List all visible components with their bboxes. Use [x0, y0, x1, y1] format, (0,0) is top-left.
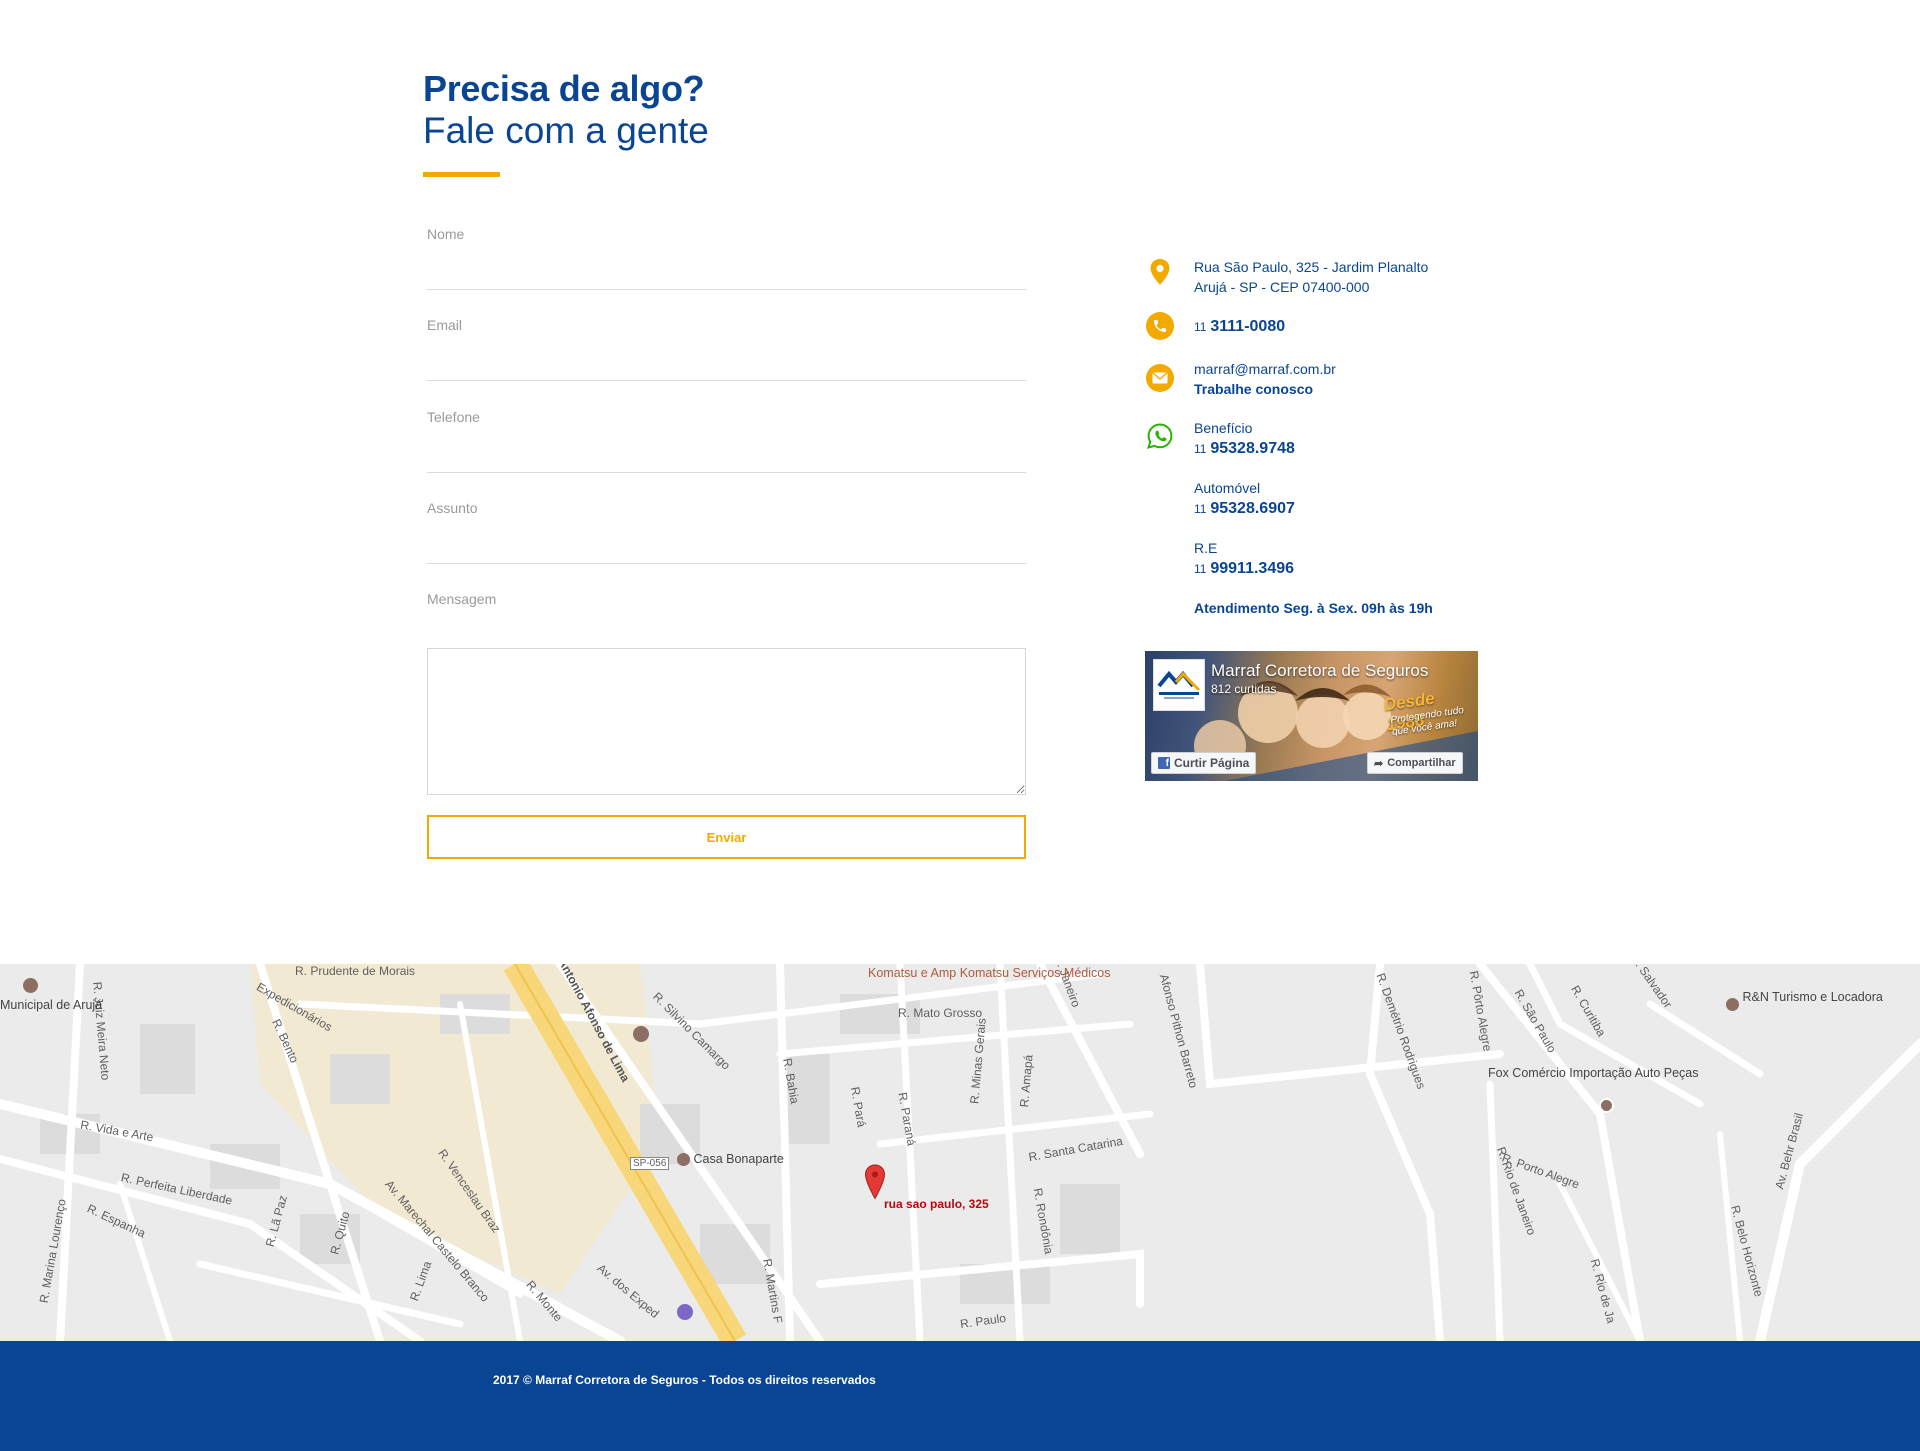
map-shield-sp056: SP-056 [630, 1157, 670, 1170]
map-poi-casa-bonaparte-name: Casa Bonaparte [693, 1152, 784, 1166]
re-number: 99911.3496 [1210, 560, 1295, 577]
nome-label: Nome [427, 226, 465, 242]
telefone-underline [427, 472, 1026, 473]
title-underline [423, 172, 500, 177]
map-poi-fox[interactable]: Fox Comércio Importação Auto Peças [1488, 1066, 1699, 1080]
email-block: marraf@marraf.com.br Trabalhe conosco [1194, 359, 1336, 399]
re-label: R.E [1194, 540, 1218, 556]
automovel-number: 95328.6907 [1210, 500, 1295, 517]
address-line2: Arujá - SP - CEP 07400-000 [1194, 279, 1370, 295]
map-label-mato-grosso: R. Mato Grosso [898, 1006, 983, 1020]
map-poi-marker-icon [1599, 1098, 1614, 1113]
map-school-icon [633, 1026, 649, 1042]
map-shopping-icon [677, 1304, 693, 1320]
phone-icon [1146, 312, 1174, 340]
automovel-ddd: 11 [1194, 502, 1207, 516]
facebook-like-count: 812 curtidas [1211, 682, 1277, 696]
mensagem-label: Mensagem [427, 591, 497, 607]
email-input[interactable] [427, 349, 1026, 379]
automovel-label: Automóvel [1194, 480, 1261, 496]
email-link[interactable]: marraf@marraf.com.br [1194, 359, 1336, 379]
location-map[interactable]: R. Prudente de Morais Av. Antonio Afonso… [0, 964, 1920, 1341]
beneficio-label: Benefício [1194, 420, 1253, 436]
page-subtitle: Fale com a gente [423, 110, 709, 151]
footer: 2017 © Marraf Corretora de Seguros - Tod… [0, 1341, 1920, 1451]
map-poi-rn-turismo[interactable]: R&N Turismo e Locadora [1726, 990, 1883, 1011]
assunto-underline [427, 563, 1026, 564]
share-arrow-icon: ➦ [1374, 757, 1384, 770]
location-pin-icon [1146, 258, 1174, 286]
phone-number: 3111-0080 [1210, 318, 1286, 335]
assunto-label: Assunto [427, 500, 478, 516]
address-block: Rua São Paulo, 325 - Jardim Planalto Aru… [1194, 257, 1428, 297]
beneficio-number: 95328.9748 [1210, 440, 1295, 457]
email-underline [427, 380, 1026, 381]
map-poi-komatsu[interactable]: Komatsu e Amp Komatsu Serviços Médicos [868, 966, 1110, 980]
mail-icon [1146, 364, 1174, 392]
map-poi-casa-bonaparte[interactable]: Casa Bonaparte [677, 1152, 784, 1167]
address-line1: Rua São Paulo, 325 - Jardim Planalto [1194, 259, 1429, 275]
facebook-f-icon: f [1158, 757, 1170, 769]
map-streets [0, 964, 1920, 1341]
whatsapp-automovel[interactable]: Automóvel 11 95328.6907 [1194, 478, 1295, 519]
phone-block[interactable]: 11 3111-0080 [1194, 316, 1285, 337]
whatsapp-icon [1146, 422, 1174, 450]
mensagem-textarea[interactable] [427, 648, 1026, 795]
nome-input[interactable] [427, 258, 1026, 288]
re-ddd: 11 [1194, 562, 1207, 576]
telefone-input[interactable] [427, 441, 1026, 471]
whatsapp-re[interactable]: R.E 11 99911.3496 [1194, 538, 1294, 579]
page-title: Precisa de algo? [423, 68, 705, 109]
work-with-us-link[interactable]: Trabalhe conosco [1194, 379, 1336, 399]
phone-ddd: 11 [1194, 320, 1207, 334]
map-poi-marker-icon [1726, 998, 1739, 1011]
beneficio-ddd: 11 [1194, 442, 1207, 456]
facebook-share-button[interactable]: ➦ Compartilhar [1367, 752, 1463, 774]
map-poi-marker-icon [23, 978, 38, 993]
facebook-page-widget[interactable]: Marraf Corretora de Seguros 812 curtidas… [1145, 651, 1478, 781]
email-label: Email [427, 317, 463, 333]
footer-copyright: 2017 © Marraf Corretora de Seguros - Tod… [493, 1373, 876, 1387]
facebook-share-label: Compartilhar [1387, 757, 1456, 769]
map-marker-icon[interactable] [864, 1164, 886, 1200]
facebook-like-button[interactable]: f Curtir Página [1151, 752, 1257, 774]
facebook-like-label: Curtir Página [1174, 756, 1250, 770]
nome-underline [427, 289, 1026, 290]
business-hours: Atendimento Seg. à Sex. 09h às 19h [1194, 600, 1433, 616]
facebook-page-logo [1153, 659, 1205, 711]
telefone-label: Telefone [427, 409, 480, 425]
map-poi-municipal[interactable]: Municipal de Arujá [0, 998, 102, 1012]
send-button[interactable]: Enviar [427, 815, 1026, 859]
map-marker-label: rua sao paulo, 325 [884, 1197, 989, 1211]
assunto-input[interactable] [427, 532, 1026, 562]
whatsapp-beneficio[interactable]: Benefício 11 95328.9748 [1194, 418, 1295, 459]
map-label-prudente: R. Prudente de Morais [295, 964, 416, 978]
facebook-page-name[interactable]: Marraf Corretora de Seguros [1211, 661, 1428, 681]
map-poi-marker-icon [677, 1153, 690, 1167]
map-poi-rn-turismo-name: R&N Turismo e Locadora [1742, 990, 1883, 1004]
